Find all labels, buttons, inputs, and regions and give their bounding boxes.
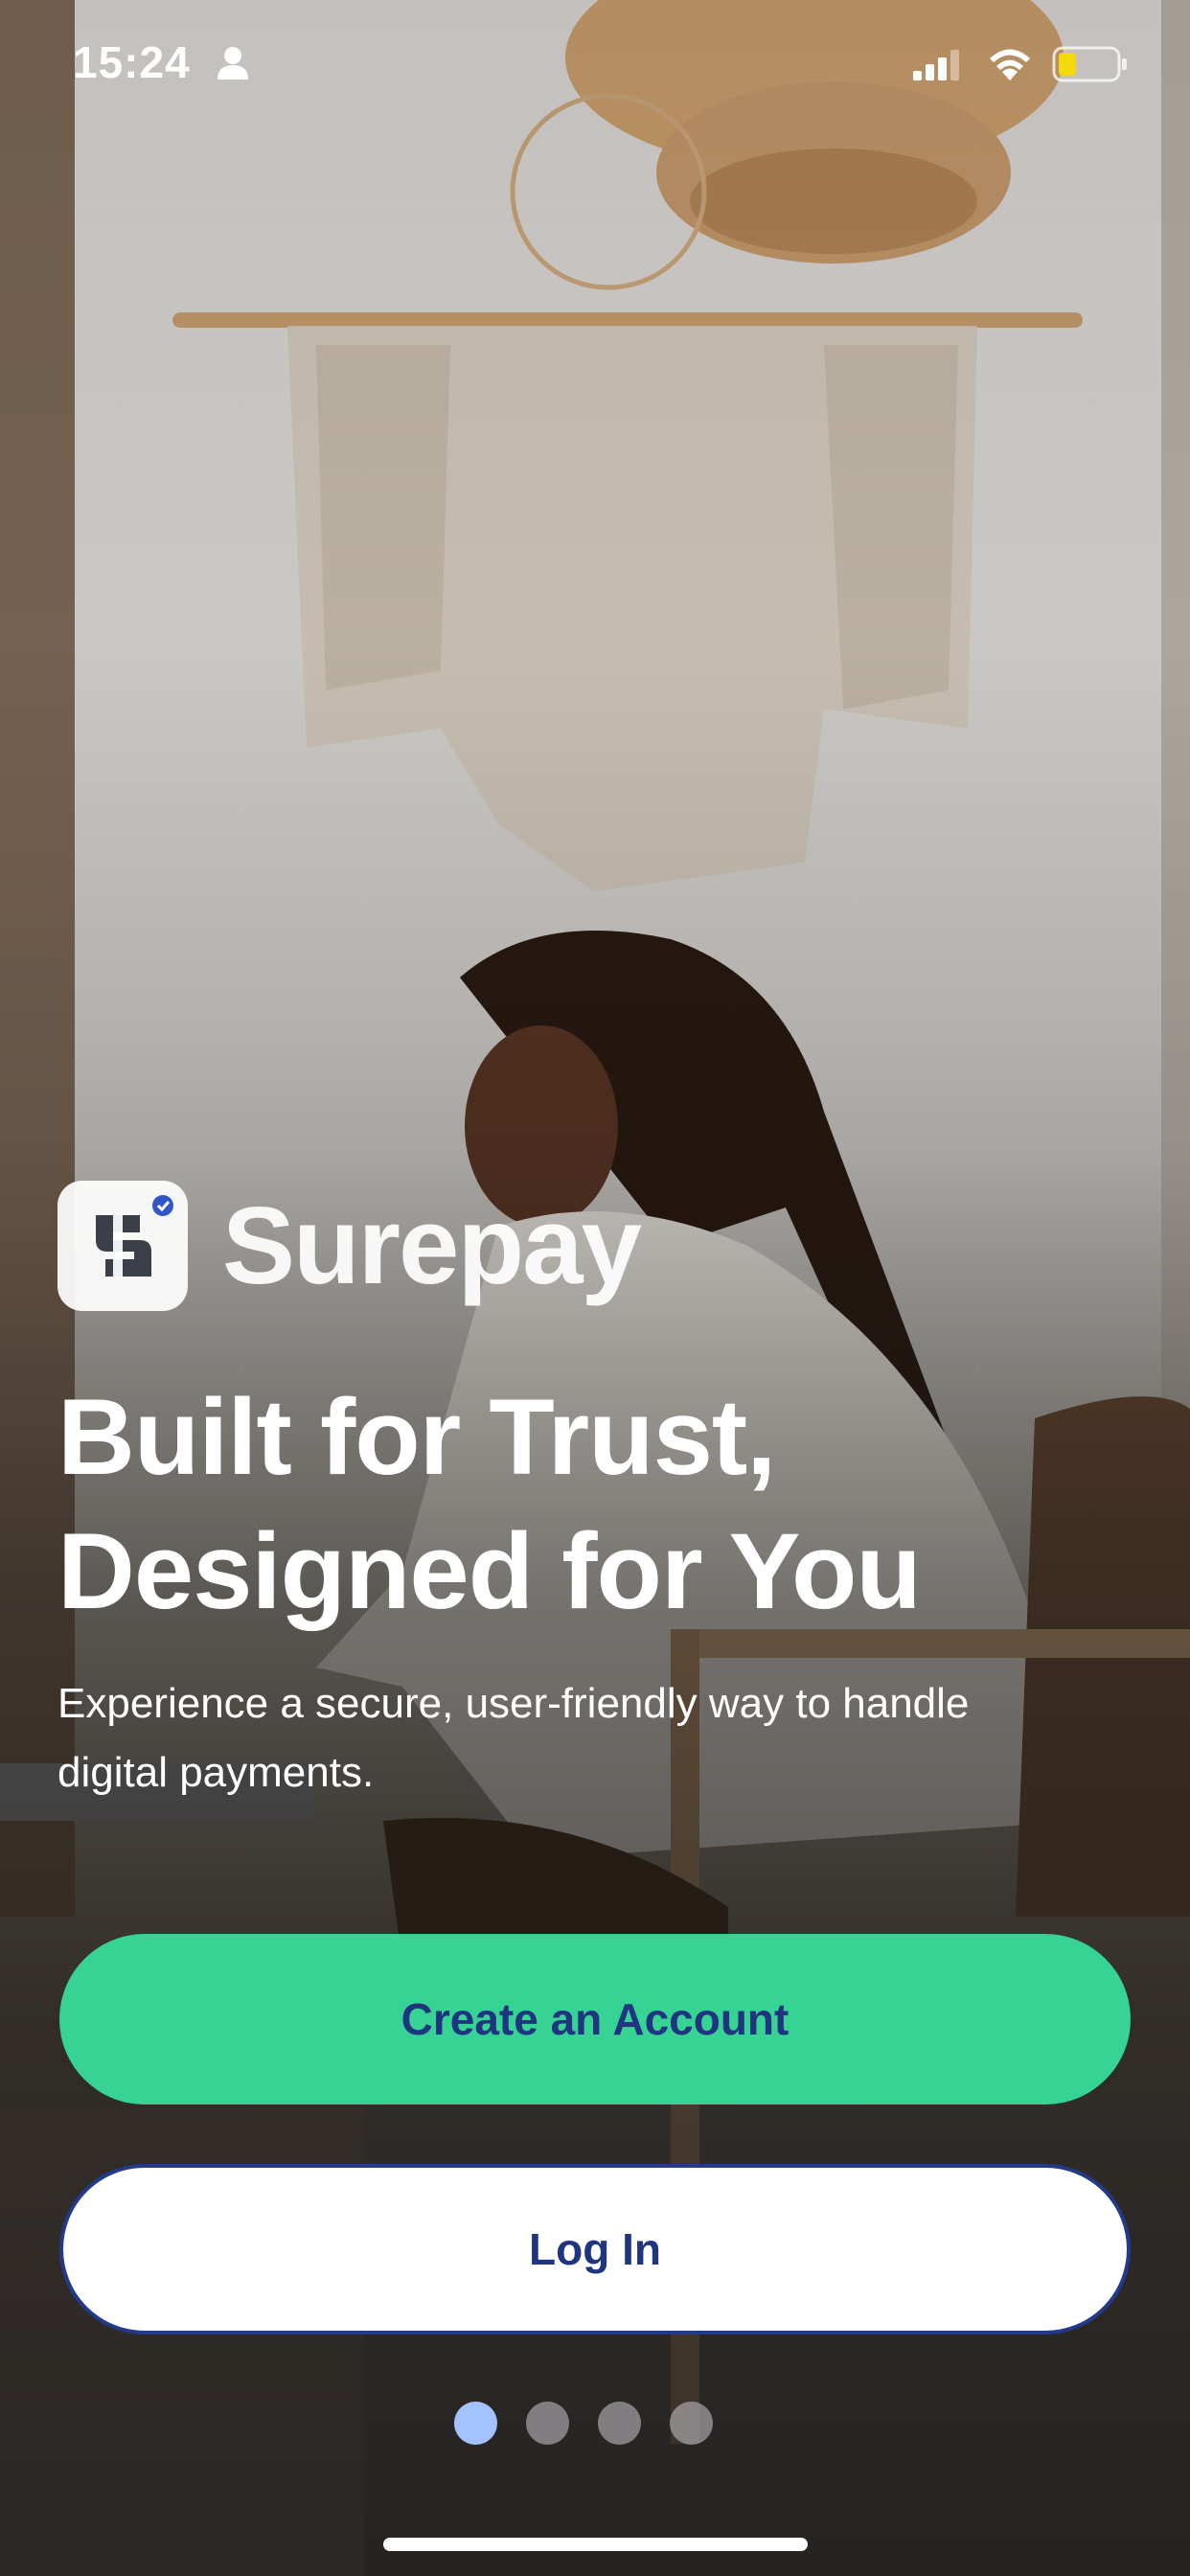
status-time: 15:24 <box>73 37 191 87</box>
headline: Built for Trust, Designed for You <box>57 1370 1131 1639</box>
brand-name: Surepay <box>222 1184 642 1307</box>
surepay-logo-icon <box>57 1181 188 1311</box>
page-dot-1[interactable] <box>454 2402 497 2445</box>
page-dot-3[interactable] <box>598 2402 641 2445</box>
create-account-label: Create an Account <box>400 1994 790 2044</box>
wifi-icon <box>990 49 1030 80</box>
battery-icon <box>1052 46 1127 82</box>
page-dot-2[interactable] <box>526 2402 569 2445</box>
cellular-signal-icon <box>913 50 959 80</box>
headline-line-1: Built for Trust, <box>57 1377 776 1497</box>
page-dot-4[interactable] <box>670 2402 713 2445</box>
login-label: Log In <box>529 2224 661 2274</box>
subtitle: Experience a secure, user-friendly way t… <box>57 1680 970 1796</box>
home-indicator[interactable] <box>383 2538 808 2551</box>
status-bar: 15:24 <box>0 0 1190 126</box>
create-account-button[interactable]: Create an Account <box>59 1934 1131 2104</box>
onboarding-screen: 15:24 Surepay Built for Trust, Designed … <box>0 0 1190 2576</box>
person-icon <box>217 47 248 80</box>
page-indicator <box>0 2402 1179 2445</box>
headline-line-2: Designed for You <box>57 1511 922 1631</box>
login-button[interactable]: Log In <box>59 2164 1131 2334</box>
brand-header: Surepay <box>57 1179 642 1313</box>
